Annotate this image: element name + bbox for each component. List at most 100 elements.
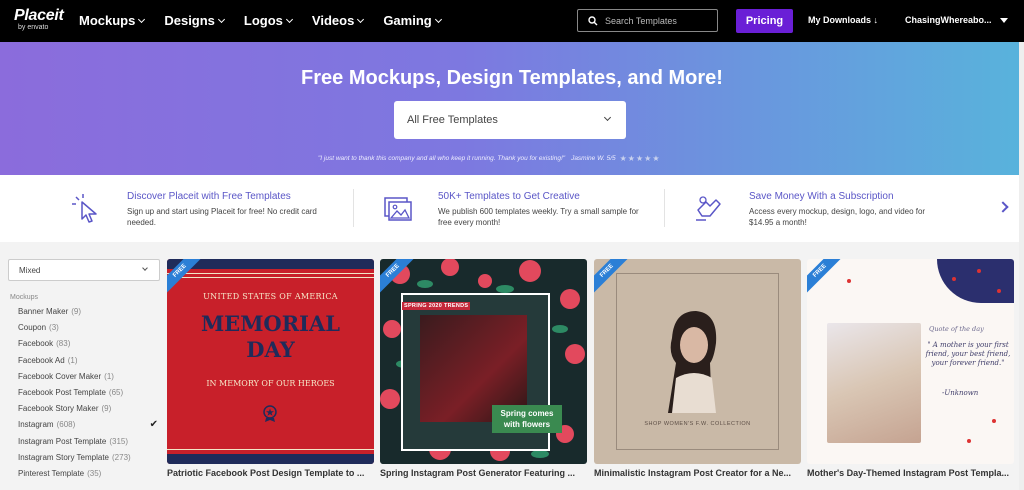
downloads-label: My Downloads [808,15,872,25]
menu-label: Videos [311,13,355,28]
quote-signature: -Unknown [942,389,979,397]
menu-gaming[interactable]: Gaming [383,13,442,28]
decor-dot [952,277,956,281]
search-icon [588,15,598,25]
category-list: Banner Maker (9) Coupon (3) Facebook (83) F… [8,304,160,482]
my-downloads-link[interactable]: My Downloads ↓ [808,15,878,25]
category-count: (315) [109,436,129,446]
card-headline-line: DAY [246,337,295,362]
category-label: Instagram Story Template [18,452,110,462]
category-item[interactable]: Coupon (3) [8,320,160,336]
card-overlay-text: Spring comes with flowers [492,405,562,433]
chevron-down-icon [357,15,365,23]
menu-logos[interactable]: Logos [244,13,293,28]
decor-dot [992,419,996,423]
category-item[interactable]: Facebook Post Template (65) [8,385,160,401]
category-item[interactable]: Facebook Ad (1) [8,353,160,369]
card-headline: MEMORIAL DAY [167,311,374,363]
divider [353,189,354,227]
feature-desc: Sign up and start using Placeit for free… [127,207,317,227]
decor-shape [937,259,1014,303]
quote-title: Quote of the day [929,325,984,333]
stripe-decoration [167,273,374,274]
caret-down-icon [999,17,1008,23]
sort-value: Mixed [19,265,41,275]
category-item[interactable]: Pinterest Template (35) [8,466,160,482]
chevron-down-icon [603,113,612,122]
click-cursor-icon [72,194,97,223]
category-count: (9) [71,307,82,316]
template-card[interactable]: Quote of the day " A mother is your firs… [807,259,1014,464]
menu-designs[interactable]: Designs [164,13,225,28]
feature-title: 50K+ Templates to Get Creative [438,191,580,202]
category-label: Instagram [18,420,54,430]
decor-dot [997,289,1001,293]
decor-dot [977,269,981,273]
results-area: Mixed Mockups Banner Maker (9) Coupon (3) … [0,242,1024,490]
card-title[interactable]: Mother's Day-Themed Instagram Post Templ… [807,468,1015,478]
template-card[interactable]: UNITED STATES OF AMERICA MEMORIAL DAY IN … [167,259,374,464]
menu-mockups[interactable]: Mockups [79,13,146,28]
user-menu[interactable]: ChasingWhereabo... [905,15,1008,25]
feature-desc: Access every mockup, design, logo, and v… [749,207,926,227]
category-label: Facebook Post Template [18,387,106,397]
menu-videos[interactable]: Videos [311,13,365,28]
stripe-decoration [167,277,374,278]
mother-child-photo [827,323,921,443]
card-band-bottom [167,454,374,464]
feature-title: Save Money With a Subscription [749,191,894,202]
hero-title: Free Mockups, Design Templates, and More… [301,67,723,89]
feature-title: Discover Placeit with Free Templates [127,191,291,202]
card-caption: SHOP WOMEN'S F.W. COLLECTION [644,421,751,427]
category-item[interactable]: Banner Maker (9) [8,304,160,320]
testimonial-quote: "I just want to thank this company and a… [318,155,566,162]
decor-dot [967,439,971,443]
hero-banner: Free Mockups, Design Templates, and More… [0,42,1024,175]
pricing-button[interactable]: Pricing [736,9,793,33]
page-scrollbar[interactable] [1019,42,1024,490]
template-filter-select[interactable]: All Free Templates [394,101,626,139]
category-item-selected[interactable]: Instagram (608) ✔ [8,417,160,433]
decor-dot [847,279,851,283]
feature-item: 50K+ Templates to Get Creative We publis… [381,175,661,242]
chevron-down-icon [434,15,442,23]
template-card[interactable]: SPRING 2020 TRENDS Spring comes with flo… [380,259,587,464]
card-line: IN MEMORY OF OUR HEROES [206,379,335,388]
sort-select[interactable]: Mixed [8,259,160,281]
category-label: Facebook [18,339,54,349]
main-menu: Mockups Designs Logos Videos Gaming [79,13,461,28]
card-line: UNITED STATES OF AMERICA [203,292,338,301]
category-label: Facebook Cover Maker [18,371,102,381]
feature-desc: We publish 600 templates weekly. Try a s… [438,207,639,227]
category-count: (83) [56,339,71,349]
feature-item: Discover Placeit with Free Templates Sig… [70,175,350,242]
category-label: Banner Maker [18,307,69,316]
card-title[interactable]: Minimalistic Instagram Post Creator for … [594,468,802,478]
feature-strip: Discover Placeit with Free Templates Sig… [0,175,1024,242]
placeit-logo[interactable]: Placeit by envato [14,8,64,32]
menu-label: Mockups [79,13,136,28]
category-label: Facebook Ad [18,355,65,365]
quote-text: " A mother is your first friend, your be… [925,341,1011,367]
medal-icon [263,405,277,422]
feature-item: Save Money With a Subscription Access ev… [692,175,972,242]
category-count: (9) [101,404,112,414]
chevron-down-icon [217,15,225,23]
chevron-down-icon [138,15,146,23]
template-card[interactable]: SHOP WOMEN'S F.W. COLLECTION FREE [594,259,801,464]
card-title[interactable]: Patriotic Facebook Post Design Template … [167,468,375,478]
menu-label: Designs [164,13,215,28]
category-label: Pinterest Template [18,468,85,478]
category-item[interactable]: Facebook Story Maker (9) [8,401,160,417]
category-count: (1) [67,355,78,365]
search-box[interactable] [577,9,718,32]
category-item[interactable]: Instagram Story Template (273) [8,450,160,466]
search-input[interactable] [605,15,715,26]
download-arrow-icon: ↓ [873,15,879,25]
category-item[interactable]: Instagram Post Template (315) [8,434,160,450]
card-title[interactable]: Spring Instagram Post Generator Featurin… [380,468,588,478]
money-hand-icon [696,196,721,221]
category-count: (35) [87,468,102,478]
category-item[interactable]: Facebook Cover Maker (1) [8,369,160,385]
category-item[interactable]: Facebook (83) [8,336,160,352]
